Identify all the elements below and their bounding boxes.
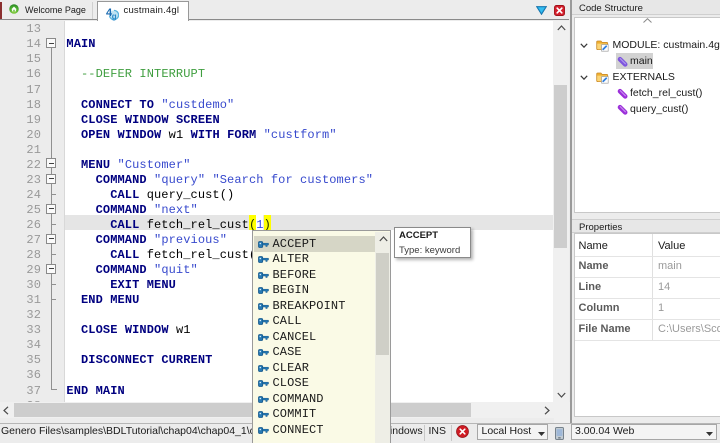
svg-text:g: g: [112, 12, 117, 21]
